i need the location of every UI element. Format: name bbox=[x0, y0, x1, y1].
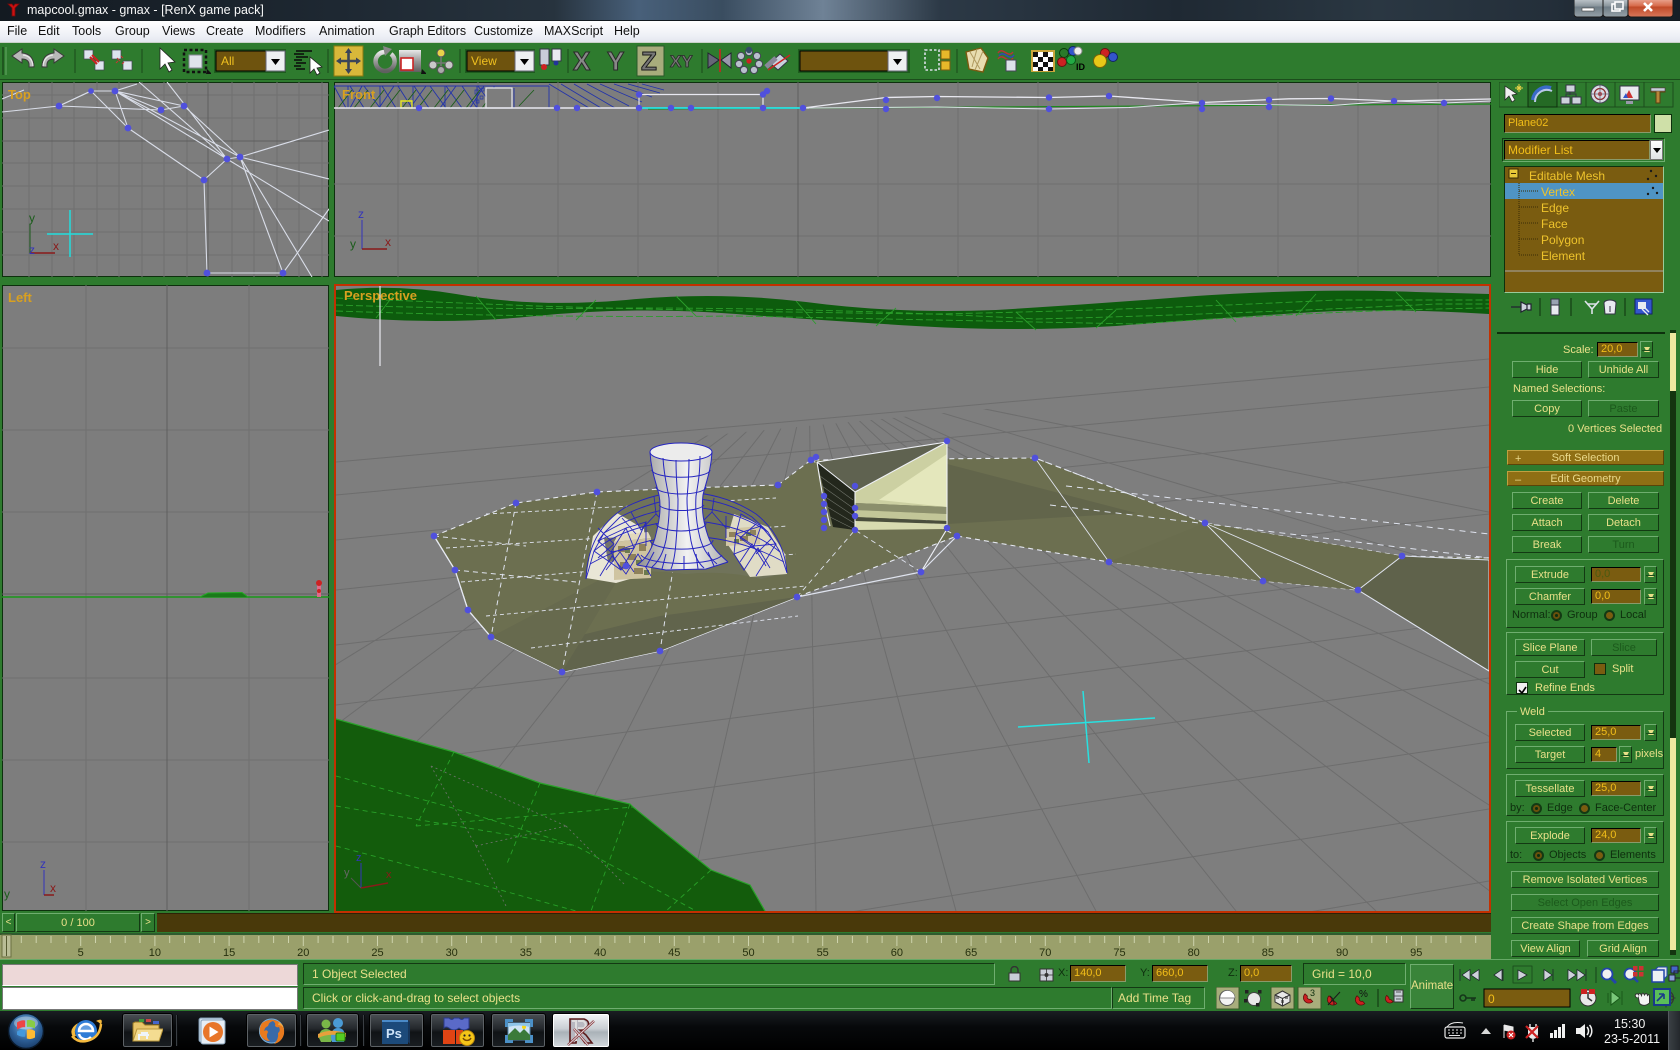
svg-text:60: 60 bbox=[891, 947, 903, 959]
svg-text:y: y bbox=[29, 211, 35, 225]
svg-text:z: z bbox=[358, 207, 364, 221]
svg-text:95: 95 bbox=[1410, 947, 1422, 959]
svg-text:X: X bbox=[573, 46, 591, 76]
svg-text:25: 25 bbox=[371, 947, 383, 959]
svg-text:z: z bbox=[29, 243, 35, 257]
svg-text:70: 70 bbox=[1039, 947, 1051, 959]
svg-text:0: 0 bbox=[1488, 992, 1495, 1006]
svg-text:Editable Mesh: Editable Mesh bbox=[1529, 169, 1605, 183]
svg-text:3: 3 bbox=[1310, 988, 1315, 998]
svg-text:45: 45 bbox=[668, 947, 680, 959]
svg-text:85: 85 bbox=[1262, 947, 1274, 959]
svg-text:Front: Front bbox=[342, 87, 376, 102]
svg-text:x: x bbox=[50, 881, 56, 895]
svg-text:75: 75 bbox=[1113, 947, 1125, 959]
svg-text:x: x bbox=[385, 235, 391, 249]
svg-text:40: 40 bbox=[594, 947, 606, 959]
svg-text:Vertex: Vertex bbox=[1541, 185, 1575, 199]
svg-text:Left: Left bbox=[8, 290, 33, 305]
svg-text:65: 65 bbox=[965, 947, 977, 959]
svg-text:80: 80 bbox=[1188, 947, 1200, 959]
svg-text:All: All bbox=[221, 54, 234, 68]
svg-text:Polygon: Polygon bbox=[1541, 233, 1584, 247]
svg-text:z: z bbox=[40, 857, 46, 871]
svg-text:Ps: Ps bbox=[386, 1026, 402, 1041]
svg-text:Perspective: Perspective bbox=[344, 288, 417, 303]
svg-text:y: y bbox=[4, 887, 10, 901]
svg-text:%: % bbox=[1359, 989, 1368, 1000]
svg-text:Face: Face bbox=[1541, 217, 1568, 231]
svg-text:XY: XY bbox=[670, 52, 693, 71]
svg-text:x: x bbox=[53, 239, 59, 253]
svg-text:ID: ID bbox=[1076, 62, 1086, 72]
svg-text:Edge: Edge bbox=[1541, 201, 1569, 215]
svg-text:50: 50 bbox=[742, 947, 754, 959]
svg-text:10: 10 bbox=[149, 947, 161, 959]
svg-text:90: 90 bbox=[1336, 947, 1348, 959]
svg-text:30: 30 bbox=[446, 947, 458, 959]
svg-text:5: 5 bbox=[78, 947, 84, 959]
svg-text:Top: Top bbox=[8, 87, 31, 102]
svg-text:y: y bbox=[350, 237, 356, 251]
svg-text:Y: Y bbox=[607, 46, 624, 76]
svg-text:y: y bbox=[344, 867, 350, 879]
svg-text:Element: Element bbox=[1541, 249, 1586, 263]
svg-text:x: x bbox=[386, 869, 392, 881]
svg-text:View: View bbox=[471, 54, 497, 68]
svg-text:15: 15 bbox=[223, 947, 235, 959]
svg-text:35: 35 bbox=[520, 947, 532, 959]
svg-text:z: z bbox=[356, 852, 362, 864]
svg-text:20: 20 bbox=[297, 947, 309, 959]
svg-text:Z: Z bbox=[641, 46, 657, 76]
svg-text:55: 55 bbox=[817, 947, 829, 959]
